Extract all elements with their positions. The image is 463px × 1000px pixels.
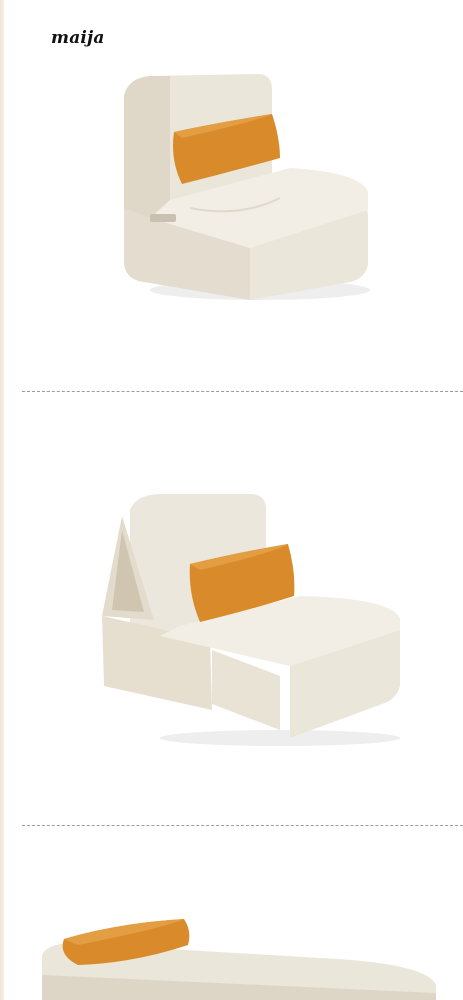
product-image-half-unfolded	[100, 490, 410, 750]
sofa-chair-image	[124, 74, 370, 300]
product-image-folded-chair	[110, 68, 380, 308]
sofa-half-open-image	[102, 494, 400, 746]
brand-logo: maija	[51, 28, 105, 48]
section-divider	[22, 825, 463, 826]
sofa-bed-image	[42, 919, 436, 1000]
left-edge-strip	[0, 0, 4, 1000]
section-divider	[22, 391, 463, 392]
product-image-bed-mode	[38, 915, 463, 1000]
